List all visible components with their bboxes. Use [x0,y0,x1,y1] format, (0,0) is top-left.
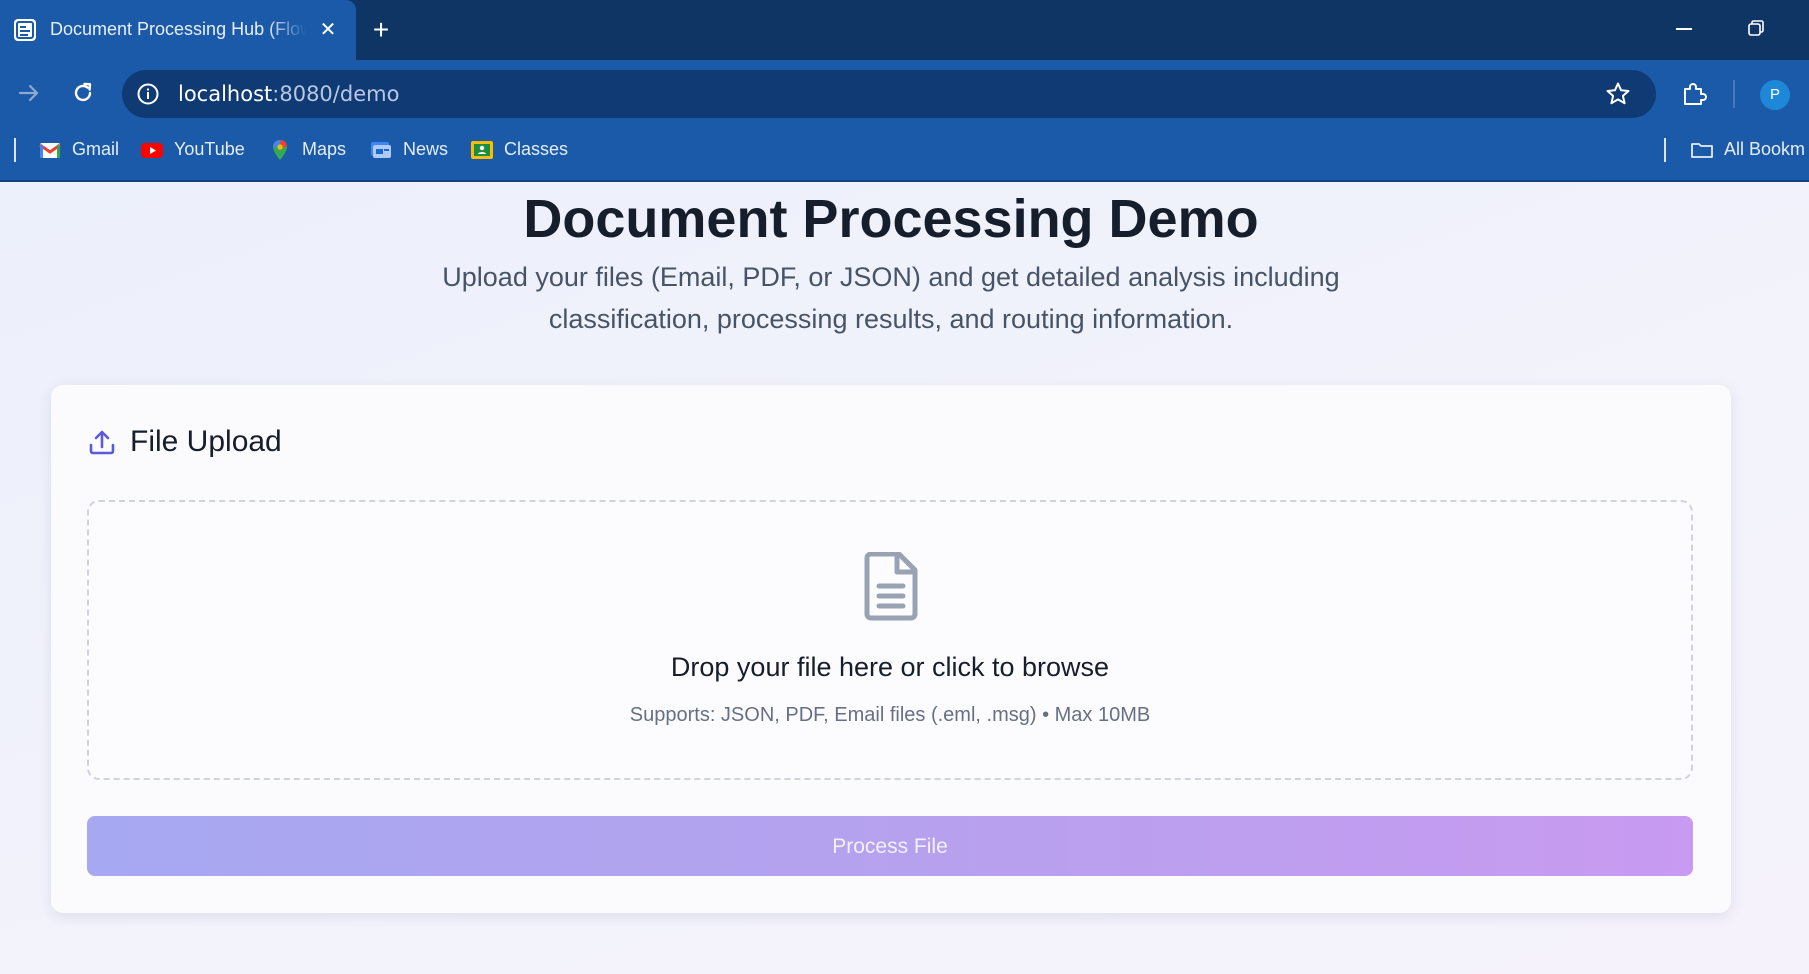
youtube-icon [141,143,163,158]
page-favicon-icon [14,19,36,41]
bookmark-label: News [403,139,449,159]
upload-icon [89,430,115,455]
dropzone-hint: Supports: JSON, PDF, Email files (.eml, … [629,704,1151,726]
profile-avatar[interactable]: P [1760,80,1790,110]
new-tab-button[interactable]: + [366,15,396,45]
gmail-icon [39,143,61,158]
page-content: Document Processing Demo Upload your fil… [0,182,1809,974]
bookmark-label: Maps [302,139,347,159]
file-upload-card: File Upload Drop your file here or click… [51,385,1731,913]
file-dropzone[interactable]: Drop your file here or click to browse S… [87,500,1693,780]
toolbar-divider [1733,80,1735,108]
url-host: localhost [178,82,273,106]
news-icon [371,142,391,158]
window-minimize-icon[interactable] [1676,28,1692,30]
tab-title: Document Processing Hub (Flow [50,19,306,39]
all-bookmarks-button[interactable]: All Bookm [1690,137,1809,163]
page-subtitle: Upload your files (Email, PDF, or JSON) … [442,262,1340,334]
site-info-icon[interactable] [136,82,160,106]
window-restore-icon[interactable] [1748,20,1764,36]
bookmark-label: YouTube [174,139,245,159]
maps-icon [273,140,287,160]
dropzone-title: Drop your file here or click to browse [670,652,1110,682]
url-path: :8080/demo [272,82,400,106]
card-title: File Upload [130,425,282,458]
bookmark-star-icon[interactable] [1604,80,1632,108]
browser-tab-active[interactable]: Document Processing Hub (Flow ✕ [0,0,356,60]
page-title: Document Processing Demo [523,189,1259,249]
all-bookmarks-label: All Bookm [1724,139,1806,159]
classes-icon [471,141,493,159]
tab-close-icon[interactable]: ✕ [316,18,340,42]
folder-icon [1691,143,1713,158]
reload-icon[interactable] [70,80,96,106]
bookmark-label: Gmail [72,139,120,159]
process-file-button[interactable]: Process File [87,816,1693,876]
document-icon [864,552,918,621]
forward-arrow-icon[interactable] [16,80,42,106]
bookmark-label: Classes [504,139,569,159]
bookmarks-divider [1664,138,1666,162]
address-url[interactable]: localhost:8080/demo [178,82,399,106]
extensions-puzzle-icon[interactable] [1680,80,1708,108]
bookmarks-divider [14,138,16,162]
